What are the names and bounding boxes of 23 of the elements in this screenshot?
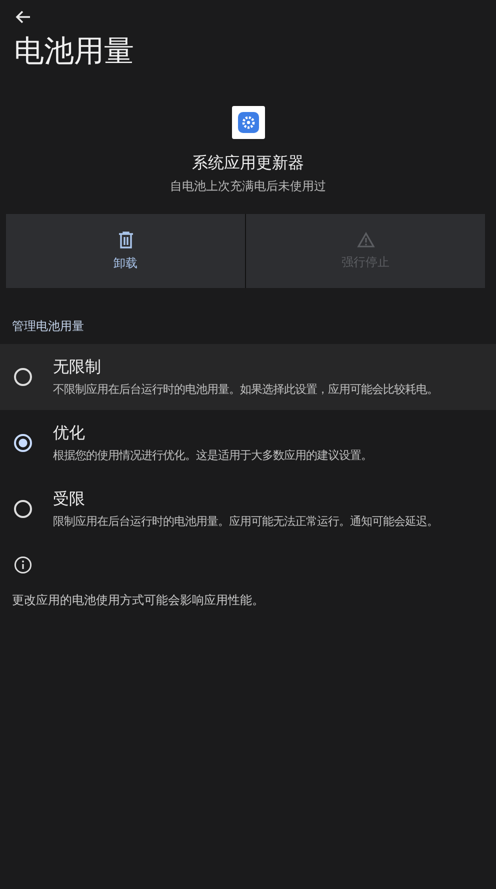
app-name: 系统应用更新器 bbox=[192, 153, 304, 174]
warning-icon bbox=[356, 232, 374, 248]
footer-note: 更改应用的电池使用方式可能会影响应用性能。 bbox=[12, 592, 265, 609]
trash-icon bbox=[118, 230, 134, 248]
radio-button[interactable] bbox=[14, 434, 32, 452]
app-subtitle: 自电池上次充满电后未使用过 bbox=[170, 178, 326, 195]
option-description: 限制应用在后台运行时的电池用量。应用可能无法正常运行。通知可能会延迟。 bbox=[53, 514, 438, 529]
back-icon[interactable] bbox=[15, 10, 31, 24]
option-description: 不限制应用在后台运行时的电池用量。如果选择此设置，应用可能会比较耗电。 bbox=[53, 382, 438, 397]
page-title: 电池用量 bbox=[14, 33, 135, 71]
app-icon bbox=[232, 106, 264, 139]
option-title: 优化 bbox=[53, 423, 86, 444]
radio-button[interactable] bbox=[14, 500, 32, 518]
battery-option[interactable]: 无限制 不限制应用在后台运行时的电池用量。如果选择此设置，应用可能会比较耗电。 bbox=[0, 344, 496, 410]
option-title: 无限制 bbox=[53, 357, 102, 378]
option-description: 根据您的使用情况进行优化。这是适用于大多数应用的建议设置。 bbox=[53, 448, 372, 463]
option-title: 受限 bbox=[53, 489, 86, 510]
radio-button[interactable] bbox=[14, 368, 32, 386]
battery-option[interactable]: 受限 限制应用在后台运行时的电池用量。应用可能无法正常运行。通知可能会延迟。 bbox=[0, 476, 496, 542]
battery-option[interactable]: 优化 根据您的使用情况进行优化。这是适用于大多数应用的建议设置。 bbox=[0, 410, 496, 476]
info-icon bbox=[14, 556, 32, 574]
uninstall-button[interactable]: 卸载 bbox=[6, 214, 245, 288]
section-title: 管理电池用量 bbox=[12, 318, 85, 335]
